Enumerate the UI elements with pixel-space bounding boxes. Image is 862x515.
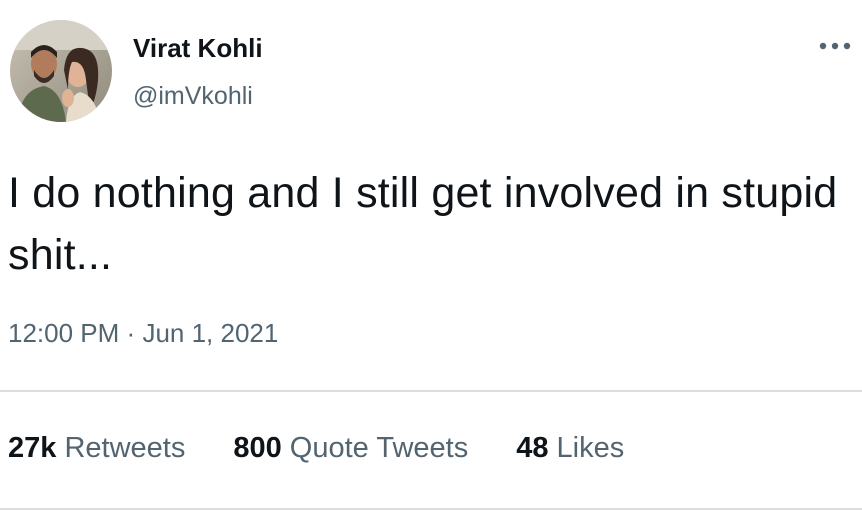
tweet-stats: 27k Retweets 800 Quote Tweets 48 Likes <box>8 432 624 465</box>
user-handle[interactable]: @imVkohli <box>133 82 253 111</box>
tweet-date[interactable]: Jun 1, 2021 <box>142 318 278 348</box>
quote-tweets-count: 800 <box>233 432 282 464</box>
retweets-stat[interactable]: 27k Retweets <box>8 432 185 465</box>
likes-stat[interactable]: 48 Likes <box>516 432 624 465</box>
tweet-timestamp: 12:00 PM · Jun 1, 2021 <box>8 318 278 349</box>
divider <box>0 508 862 510</box>
quote-tweets-stat[interactable]: 800 Quote Tweets <box>233 432 468 465</box>
more-horizontal-icon <box>819 42 851 50</box>
retweets-label: Retweets <box>64 432 186 464</box>
quote-tweets-label: Quote Tweets <box>289 432 469 464</box>
divider <box>0 390 862 392</box>
user-display-name[interactable]: Virat Kohli <box>133 33 263 64</box>
tweet-time[interactable]: 12:00 PM <box>8 318 119 348</box>
meta-separator: · <box>126 318 136 348</box>
tweet-text: I do nothing and I still get involved in… <box>8 169 838 279</box>
likes-label: Likes <box>556 432 625 464</box>
avatar[interactable] <box>10 20 112 122</box>
likes-count: 48 <box>516 432 549 464</box>
more-options-button[interactable] <box>814 34 856 58</box>
retweets-count: 27k <box>8 432 57 464</box>
avatar-photo <box>10 20 112 122</box>
